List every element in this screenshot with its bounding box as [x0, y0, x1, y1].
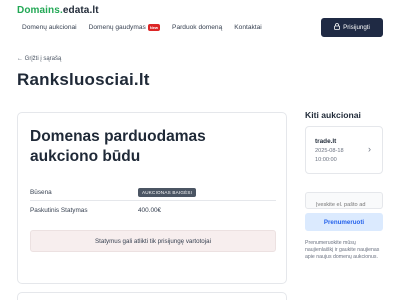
nav-item-domain-auctions[interactable]: Domenų aukcionai: [22, 24, 77, 31]
newsletter-note: Prenumeruokite mūsų naujienlaiškį ir gau…: [305, 240, 380, 260]
page-title: Ranksluosciai.lt: [17, 70, 150, 89]
status-label: Būsena: [30, 189, 52, 196]
status-row: Būsena AUKCIONAS BAIGĖSI: [30, 185, 276, 201]
new-badge: New: [147, 24, 161, 31]
auction-domain: trade.lt: [315, 138, 337, 145]
login-button[interactable]: Prisijungti: [321, 18, 383, 37]
auction-date: 2025-08-18 10:00:00: [315, 148, 344, 163]
main-nav: Domenų aukcionai Domenų gaudymas New Pard…: [22, 24, 262, 31]
last-bid-row: Paskutinis Statymas 400.00€: [30, 202, 276, 218]
subscribe-button[interactable]: Prenumeruoti: [305, 213, 383, 231]
back-to-list-link[interactable]: ← Grįžti į sąrašą: [17, 56, 61, 62]
chevron-right-icon: ›: [368, 144, 371, 154]
last-bid-value: 400.00€: [138, 206, 162, 214]
nav-item-domain-catching[interactable]: Domenų gaudymas New: [89, 24, 161, 31]
site-logo[interactable]: Domains.edata.lt: [17, 5, 99, 16]
auction-card: Domenas parduodamas aukciono būdu Būsena…: [17, 112, 287, 284]
email-input[interactable]: [306, 197, 382, 213]
auction-heading: Domenas parduodamas aukciono būdu: [30, 128, 206, 165]
nav-item-sell-domain[interactable]: Parduok domeną: [172, 24, 222, 31]
nav-item-contacts[interactable]: Kontaktai: [234, 24, 262, 31]
auction-list-item[interactable]: trade.lt 2025-08-18 10:00:00 ›: [305, 126, 383, 174]
lock-icon: [334, 23, 340, 32]
other-auctions-title: Kiti aukcionai: [305, 110, 361, 120]
status-badge: AUKCIONAS BAIGĖSI: [138, 188, 197, 197]
login-required-notice: Statymus gali atlikti tik prisijungę var…: [30, 230, 276, 252]
last-bid-label: Paskutinis Statymas: [30, 206, 88, 214]
secondary-card: [17, 292, 287, 300]
top-navbar: Domains.edata.lt Domenų aukcionai Domenų…: [0, 0, 400, 42]
email-field[interactable]: [305, 192, 383, 213]
